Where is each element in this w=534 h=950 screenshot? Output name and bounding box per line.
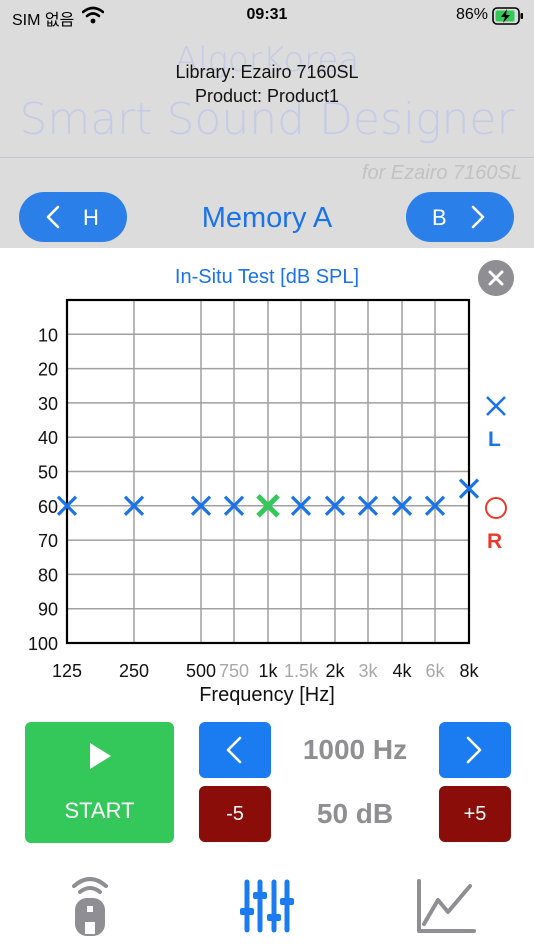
y-tick-label: 90	[38, 600, 58, 620]
clock: 09:31	[246, 6, 288, 23]
x-tick-label: 6k	[425, 661, 445, 681]
right-ear-circle-icon	[485, 497, 507, 519]
x-axis-label: Frequency [Hz]	[199, 684, 335, 706]
x-tick-label: 2k	[325, 661, 345, 681]
library-text: Library: Ezairo 7160SL	[175, 62, 359, 82]
frequency-readout: 1000 Hz	[302, 734, 408, 765]
prev-memory-button[interactable]: H	[19, 192, 127, 242]
start-button[interactable]: START	[25, 722, 174, 843]
x-tick-label: 4k	[392, 661, 412, 681]
chevron-right-icon	[471, 205, 485, 229]
y-tick-label: 60	[38, 497, 58, 517]
level-up-label: +5	[463, 803, 487, 825]
remote-icon[interactable]	[66, 874, 114, 938]
x-tick-label: 500	[186, 661, 216, 681]
y-tick-label: 20	[38, 360, 58, 380]
battery-charging-icon	[492, 7, 523, 25]
x-tick-label: 1.5k	[284, 661, 319, 681]
start-label: START	[64, 798, 135, 823]
y-tick-label: 40	[38, 428, 58, 448]
left-ear-x-icon	[486, 396, 506, 416]
audiogram-chart: 10 20 30 40 50 60 70 80 90 100 125 250 500 750 1k 1.5k 2…	[28, 298, 480, 681]
device-caption: for Ezairo 7160SL	[361, 162, 522, 184]
y-tick-label: 50	[38, 463, 58, 483]
x-tick-label: 125	[52, 661, 82, 681]
x-tick-label: 3k	[358, 661, 378, 681]
y-tick-label: 10	[38, 325, 58, 345]
divider	[0, 157, 534, 158]
y-tick-label: 100	[28, 634, 58, 654]
x-tick-label: 8k	[459, 661, 479, 681]
x-tick-label: 750	[219, 661, 249, 681]
level-down-button[interactable]: -5	[199, 786, 271, 842]
y-tick-label: 70	[38, 531, 58, 551]
chevron-right-icon	[466, 736, 482, 764]
play-icon	[90, 743, 111, 769]
product-text: Product: Product1	[194, 86, 340, 106]
y-tick-label: 30	[38, 394, 58, 414]
equalizer-icon[interactable]	[238, 878, 296, 934]
y-tick-label: 80	[38, 565, 58, 585]
chevron-left-icon	[226, 736, 242, 764]
level-readout: 50 dB	[316, 798, 394, 829]
x-tick-label: 1k	[258, 661, 278, 681]
memory-title: Memory A	[201, 202, 333, 234]
next-memory-label: B	[432, 205, 447, 230]
next-memory-button[interactable]: B	[406, 192, 514, 242]
background-app: SIM 없음 09:31 86% AlgorKorea Smart Sound …	[0, 0, 534, 250]
legend-left-label: L	[488, 428, 501, 451]
x-tick-label: 250	[119, 661, 149, 681]
legend-right-label: R	[487, 530, 503, 553]
level-up-button[interactable]: +5	[439, 786, 511, 842]
graph-icon[interactable]	[414, 878, 476, 934]
level-down-label: -5	[226, 803, 244, 825]
battery-percent: 86%	[455, 6, 488, 23]
prev-memory-label: H	[83, 205, 99, 230]
status-bar: SIM 없음 09:31 86%	[0, 0, 534, 32]
chevron-left-icon	[46, 205, 60, 229]
chart-title: In-Situ Test [dB SPL]	[174, 266, 360, 288]
next-frequency-button[interactable]	[439, 722, 511, 778]
prev-frequency-button[interactable]	[199, 722, 271, 778]
